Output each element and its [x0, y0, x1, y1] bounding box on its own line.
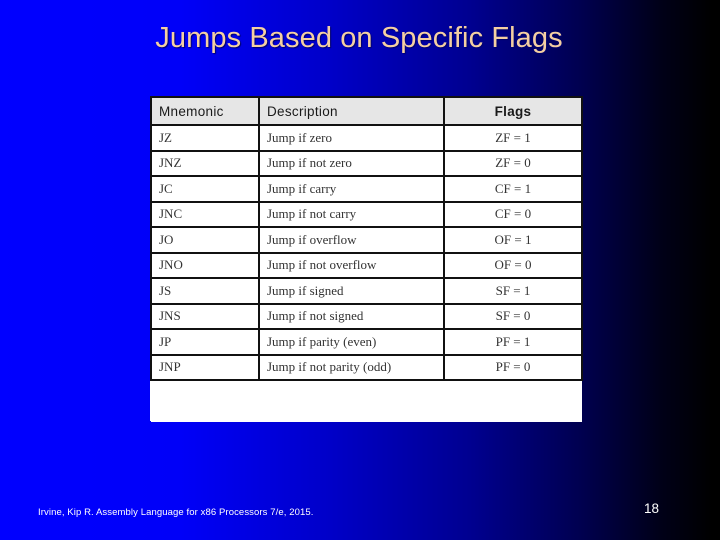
cell-description: Jump if not overflow: [258, 251, 445, 279]
cell-mnemonic: JNO: [150, 251, 260, 279]
header-mnemonic: Mnemonic: [150, 96, 260, 126]
table-row: JP Jump if parity (even) PF = 1: [150, 328, 583, 356]
cell-description: Jump if not carry: [258, 200, 445, 228]
jump-flags-table-container: Mnemonic Description Flags JZ Jump if zer…: [150, 96, 583, 421]
citation: Irvine, Kip R. Assembly Language for x86…: [38, 507, 314, 518]
table-row: JNP Jump if not parity (odd) PF = 0: [150, 353, 583, 381]
cell-description: Jump if not signed: [258, 302, 445, 330]
table-row: JNO Jump if not overflow OF = 0: [150, 251, 583, 279]
cell-flags: OF = 0: [443, 251, 583, 279]
table-header-row: Mnemonic Description Flags: [150, 96, 583, 126]
cell-description: Jump if not parity (odd): [258, 353, 445, 381]
cell-flags: ZF = 1: [443, 124, 583, 152]
cell-flags: PF = 1: [443, 328, 583, 356]
cell-mnemonic: JP: [150, 328, 260, 356]
page-number: 18: [644, 501, 660, 516]
cell-mnemonic: JNP: [150, 353, 260, 381]
cell-mnemonic: JS: [150, 277, 260, 305]
cell-mnemonic: JC: [150, 175, 260, 203]
table-row: JZ Jump if zero ZF = 1: [150, 124, 583, 152]
table-row: JS Jump if signed SF = 1: [150, 277, 583, 305]
cell-flags: SF = 1: [443, 277, 583, 305]
table-row: JNS Jump if not signed SF = 0: [150, 302, 583, 330]
header-description: Description: [258, 96, 445, 126]
cell-description: Jump if carry: [258, 175, 445, 203]
table-row: JNZ Jump if not zero ZF = 0: [150, 149, 583, 177]
jump-flags-table: Mnemonic Description Flags JZ Jump if zer…: [150, 96, 583, 381]
slide-title: Jumps Based on Specific Flags: [155, 22, 563, 54]
cell-description: Jump if signed: [258, 277, 445, 305]
cell-mnemonic: JO: [150, 226, 260, 254]
cell-mnemonic: JZ: [150, 124, 260, 152]
table-row: JC Jump if carry CF = 1: [150, 175, 583, 203]
cell-description: Jump if zero: [258, 124, 445, 152]
cell-flags: CF = 0: [443, 200, 583, 228]
cell-flags: ZF = 0: [443, 149, 583, 177]
cell-mnemonic: JNS: [150, 302, 260, 330]
cell-description: Jump if overflow: [258, 226, 445, 254]
header-flags: Flags: [443, 96, 583, 126]
table-row: JO Jump if overflow OF = 1: [150, 226, 583, 254]
table-row: JNC Jump if not carry CF = 0: [150, 200, 583, 228]
cell-description: Jump if parity (even): [258, 328, 445, 356]
cell-flags: CF = 1: [443, 175, 583, 203]
cell-flags: SF = 0: [443, 302, 583, 330]
cell-description: Jump if not zero: [258, 149, 445, 177]
cell-flags: OF = 1: [443, 226, 583, 254]
cell-flags: PF = 0: [443, 353, 583, 381]
cell-mnemonic: JNZ: [150, 149, 260, 177]
cell-mnemonic: JNC: [150, 200, 260, 228]
